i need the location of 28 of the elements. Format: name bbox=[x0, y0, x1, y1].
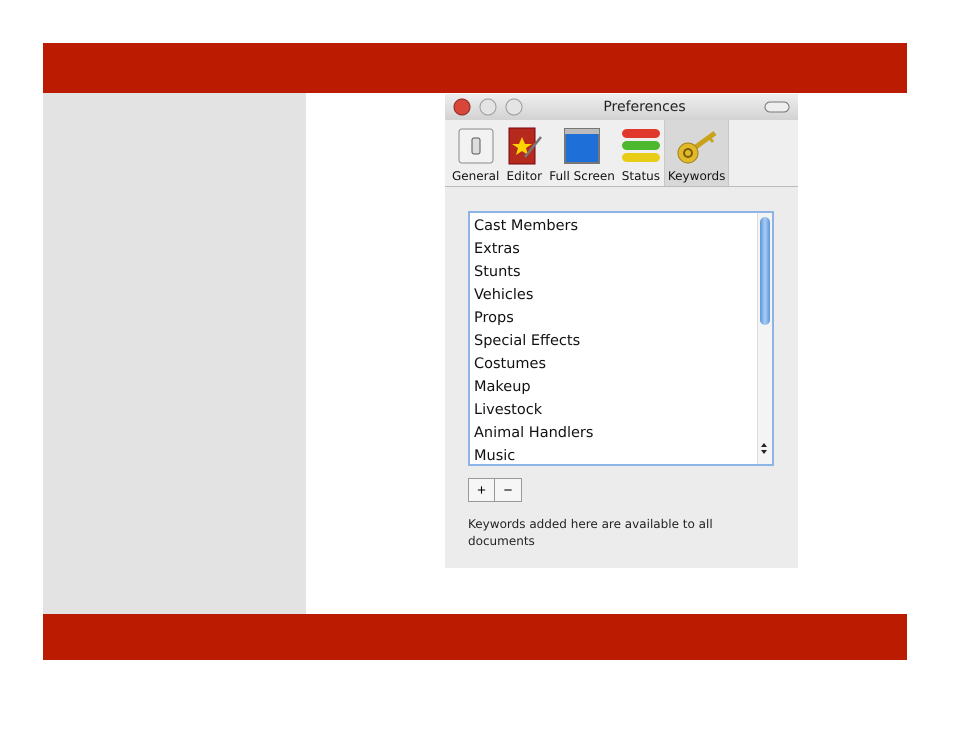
switch-icon bbox=[456, 127, 495, 165]
keyword-item[interactable]: Animal Handlers bbox=[474, 422, 753, 445]
toolbar-toggle-icon[interactable] bbox=[764, 101, 790, 113]
keyword-item[interactable]: Music bbox=[474, 445, 753, 464]
list-edit-button[interactable]: + bbox=[468, 478, 495, 502]
toolbar-item[interactable]: Editor bbox=[502, 120, 546, 186]
window-title: Preferences bbox=[602, 99, 687, 115]
toolbar-item[interactable]: General bbox=[449, 120, 502, 186]
zoom-icon[interactable] bbox=[506, 98, 522, 116]
keyword-item[interactable]: Costumes bbox=[474, 353, 753, 376]
window-icon bbox=[563, 127, 602, 165]
keyword-item[interactable]: Cast Members bbox=[474, 215, 753, 238]
minimize-icon[interactable] bbox=[480, 98, 496, 116]
close-icon[interactable] bbox=[454, 98, 470, 116]
scroll-bar[interactable] bbox=[757, 213, 772, 464]
keyword-item[interactable]: Stunts bbox=[474, 261, 753, 284]
hint-text: Keywords added here are available to all documents bbox=[468, 516, 714, 550]
keyword-item[interactable]: Extras bbox=[474, 238, 753, 261]
keyword-item[interactable]: Props bbox=[474, 307, 753, 330]
toolbar-item[interactable]: Status bbox=[618, 120, 664, 186]
status-bars-icon bbox=[620, 127, 661, 165]
keyword-item[interactable]: Makeup bbox=[474, 376, 753, 399]
keyword-item[interactable]: Livestock bbox=[474, 399, 753, 422]
keyword-item[interactable]: Vehicles bbox=[474, 284, 753, 307]
toolbar-item[interactable]: Full Screen bbox=[546, 120, 618, 186]
toolbar-item[interactable]: Keywords bbox=[664, 120, 730, 186]
list-edit-button[interactable]: − bbox=[495, 478, 522, 502]
keyword-item[interactable]: Special Effects bbox=[474, 330, 753, 353]
